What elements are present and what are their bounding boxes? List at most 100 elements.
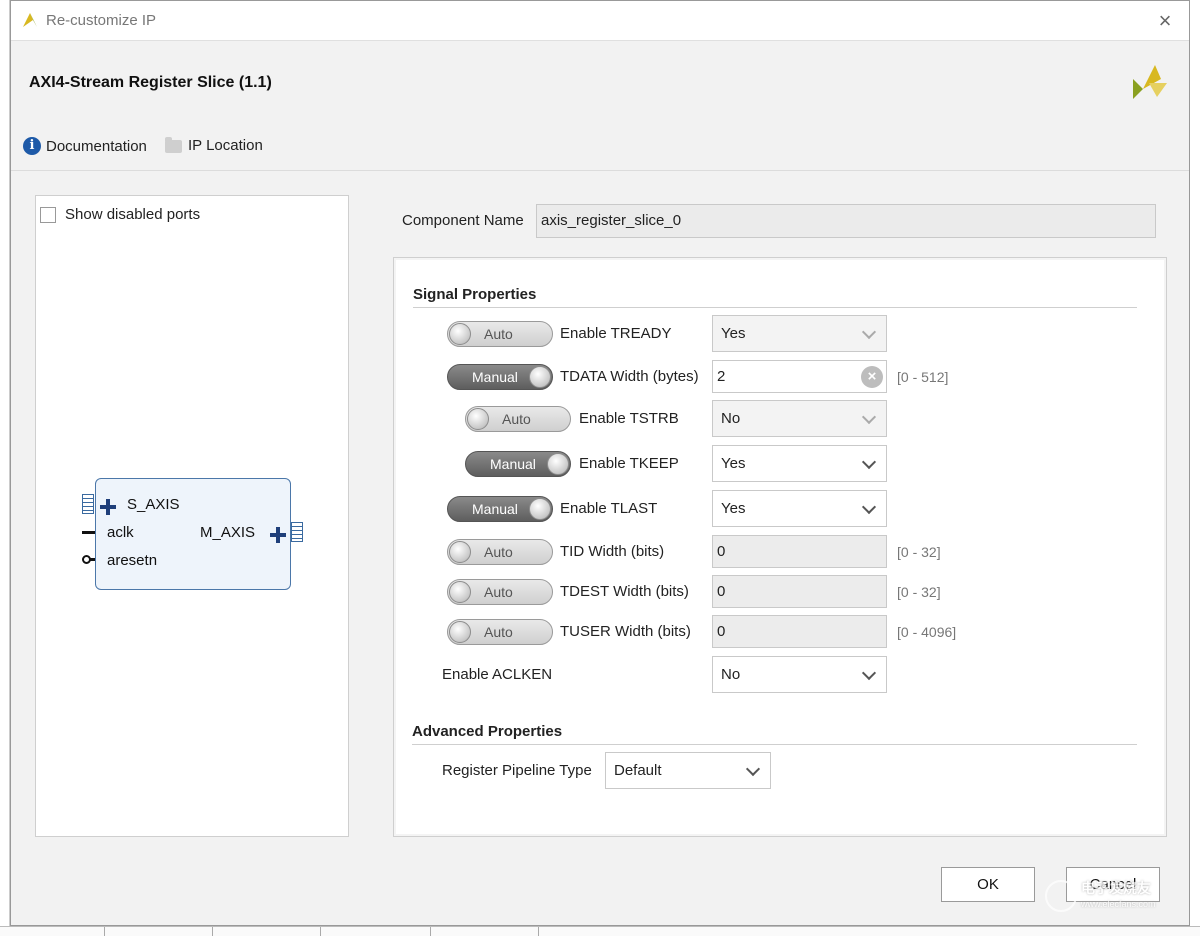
documentation-link[interactable]: i Documentation	[23, 137, 147, 155]
chevron-down-icon	[861, 454, 877, 470]
m-axis-expand-icon[interactable]	[270, 527, 286, 543]
vivado-logo-icon	[23, 13, 37, 27]
component-name-field[interactable]: axis_register_slice_0	[536, 204, 1156, 238]
aclk-wire	[82, 531, 96, 534]
toggle-mode-label: Auto	[484, 544, 513, 560]
tid-width-mode-toggle[interactable]: Auto	[447, 539, 553, 565]
ip-block-symbol: S_AXIS aclk aresetn M_AXIS	[95, 478, 291, 590]
tuser-width-input[interactable]: 0	[712, 615, 887, 648]
folder-icon	[165, 137, 182, 153]
close-button[interactable]: ×	[1155, 10, 1175, 32]
toggle-knob	[449, 621, 471, 643]
toggle-knob	[467, 408, 489, 430]
port-s-axis: S_AXIS	[127, 496, 180, 513]
chevron-down-icon	[861, 324, 877, 340]
enable-tstrb-select[interactable]: No	[712, 400, 887, 437]
watermark-line1: 电子发烧友	[1081, 880, 1151, 896]
register-pipeline-type-select[interactable]: Default	[605, 752, 771, 789]
toggle-mode-label: Auto	[502, 411, 531, 427]
watermark: 电子发烧友 www.elecfans.com	[1045, 879, 1175, 913]
toggle-knob	[449, 541, 471, 563]
enable-tready-label: Enable TREADY	[560, 325, 672, 342]
show-disabled-ports-option[interactable]: Show disabled ports	[40, 206, 200, 223]
tid-width-input[interactable]: 0	[712, 535, 887, 568]
enable-tkeep-mode-toggle[interactable]: Manual	[465, 451, 571, 477]
chevron-down-icon	[861, 665, 877, 681]
clear-icon[interactable]: ×	[861, 366, 883, 388]
signal-properties-title: Signal Properties	[413, 286, 537, 303]
enable-tstrb-label: Enable TSTRB	[579, 410, 679, 427]
enable-tstrb-mode-toggle[interactable]: Auto	[465, 406, 571, 432]
show-disabled-ports-checkbox[interactable]	[40, 206, 56, 223]
tdest-width-range: [0 - 32]	[897, 584, 941, 600]
watermark-logo-icon	[1045, 880, 1077, 912]
signal-properties-divider	[413, 307, 1137, 308]
chevron-down-icon	[861, 499, 877, 515]
tid-width-label: TID Width (bits)	[560, 543, 665, 560]
tdest-width-input[interactable]: 0	[712, 575, 887, 608]
enable-tkeep-select[interactable]: Yes	[712, 445, 887, 482]
enable-tlast-mode-toggle[interactable]: Manual	[447, 496, 553, 522]
m-axis-bus-icon	[291, 522, 303, 542]
ip-location-link[interactable]: IP Location	[165, 137, 263, 154]
select-value: No	[721, 666, 741, 683]
toggle-knob	[529, 498, 551, 520]
enable-aclken-select[interactable]: No	[712, 656, 887, 693]
show-disabled-ports-label: Show disabled ports	[65, 206, 201, 223]
tdata-width-mode-toggle[interactable]: Manual	[447, 364, 553, 390]
xilinx-logo-icon	[1133, 65, 1167, 99]
window-title: Re-customize IP	[46, 12, 157, 29]
ip-title: AXI4-Stream Register Slice (1.1)	[29, 74, 272, 91]
select-value: No	[721, 410, 741, 427]
tuser-width-range: [0 - 4096]	[897, 624, 957, 640]
toggle-knob	[529, 366, 551, 388]
toggle-mode-label: Manual	[490, 456, 536, 472]
properties-panel: Signal Properties Auto Enable TREADY Yes…	[393, 257, 1167, 837]
tid-width-range: [0 - 32]	[897, 544, 941, 560]
enable-tready-select[interactable]: Yes	[712, 315, 887, 352]
chevron-down-icon	[745, 761, 761, 777]
ok-button[interactable]: OK	[941, 867, 1035, 902]
ip-location-label: IP Location	[188, 137, 263, 154]
select-value: Yes	[721, 500, 746, 517]
port-aclk: aclk	[107, 524, 134, 541]
enable-tlast-select[interactable]: Yes	[712, 490, 887, 527]
register-pipeline-type-label: Register Pipeline Type	[442, 762, 592, 779]
select-value: Default	[614, 762, 662, 779]
toggle-mode-label: Manual	[472, 369, 518, 385]
info-icon: i	[23, 137, 41, 155]
recustomize-ip-dialog: Re-customize IP × AXI4-Stream Register S…	[10, 0, 1190, 926]
enable-tready-mode-toggle[interactable]: Auto	[447, 321, 553, 347]
tdest-width-mode-toggle[interactable]: Auto	[447, 579, 553, 605]
enable-aclken-label: Enable ACLKEN	[442, 666, 553, 683]
input-value: 2	[717, 368, 726, 385]
tdest-width-label: TDEST Width (bits)	[560, 583, 689, 600]
ip-symbol-panel: Show disabled ports S_AXIS aclk aresetn …	[35, 195, 349, 837]
port-m-axis: M_AXIS	[200, 524, 256, 541]
toggle-knob	[449, 323, 471, 345]
select-value: Yes	[721, 325, 746, 342]
tuser-width-mode-toggle[interactable]: Auto	[447, 619, 553, 645]
background-left-edge	[0, 0, 10, 926]
enable-tkeep-label: Enable TKEEP	[579, 455, 679, 472]
background-bottom-tabs	[0, 926, 1200, 936]
tdata-width-range: [0 - 512]	[897, 369, 949, 385]
s-axis-bus-icon	[82, 494, 94, 514]
select-value: Yes	[721, 455, 746, 472]
tdata-width-input[interactable]: 2 ×	[712, 360, 887, 393]
toggle-mode-label: Auto	[484, 584, 513, 600]
toggle-knob	[449, 581, 471, 603]
toggle-mode-label: Auto	[484, 326, 513, 342]
tdata-width-label: TDATA Width (bytes)	[560, 368, 699, 385]
s-axis-expand-icon[interactable]	[100, 499, 116, 515]
watermark-text: 电子发烧友 www.elecfans.com	[1081, 881, 1156, 911]
enable-tlast-label: Enable TLAST	[560, 500, 658, 517]
component-name-label: Component Name	[402, 212, 524, 229]
watermark-line2: www.elecfans.com	[1081, 899, 1156, 909]
documentation-label: Documentation	[46, 137, 147, 155]
toggle-knob	[547, 453, 569, 475]
port-aresetn: aresetn	[107, 552, 158, 569]
chevron-down-icon	[861, 409, 877, 425]
advanced-properties-divider	[412, 744, 1137, 745]
advanced-properties-title: Advanced Properties	[412, 723, 563, 740]
